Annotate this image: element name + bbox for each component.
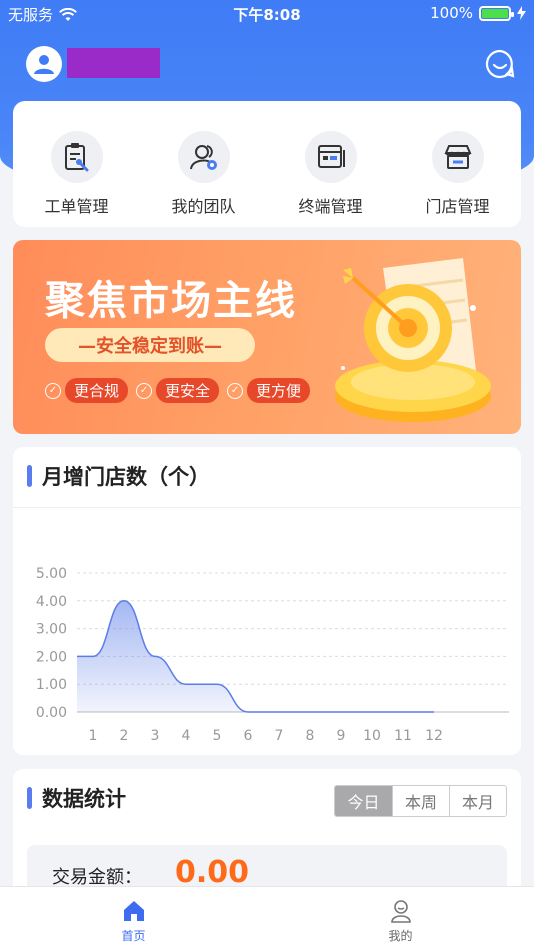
bottom-tab-bar: 首页 我的 [0,886,534,950]
banner-tag: ✓ 更安全 [136,378,220,403]
y-tick-label: 1.00 [36,677,67,693]
quick-action-label: 门店管理 [425,197,490,216]
chat-bubble-icon [485,49,515,79]
stats-section-header: 数据统计 [27,783,126,813]
status-right: 100% [430,4,526,22]
status-bar: 无服务 下午8:08 100% [0,0,534,28]
quick-action-label: 终端管理 [298,197,363,216]
banner-tag-text: 更安全 [156,378,220,403]
x-tick-label: 3 [151,728,160,744]
username-redacted [67,48,160,78]
quick-action-work-orders[interactable]: 工单管理 [17,131,137,227]
banner-tag: ✓ 更合规 [45,378,129,403]
y-tick-label: 4.00 [36,594,67,610]
x-tick-label: 12 [425,728,443,744]
period-selector: 今日 本周 本月 [334,785,507,817]
chart-section-title: 月增门店数（个） [42,465,210,489]
quick-action-my-team[interactable]: 我的团队 [144,131,264,227]
x-tick-label: 9 [337,728,346,744]
tab-home-label: 首页 [121,929,146,943]
avatar[interactable] [26,46,62,82]
y-tick-label: 2.00 [36,649,67,665]
message-button[interactable] [484,48,516,80]
clipboard-wrench-icon [50,131,103,183]
quick-action-stores[interactable]: 门店管理 [398,131,518,227]
chart-section-header: 月增门店数（个） [27,461,210,491]
monthly-stores-chart-card: 月增门店数（个） 0.00 1.00 2.00 3.00 4.00 5.00 1 2 3 4 5 6 7… [13,447,521,755]
person-icon [390,900,411,923]
y-tick-label: 3.00 [36,622,67,638]
tab-home[interactable]: 首页 [0,887,267,950]
title-accent-bar [27,465,32,487]
battery-icon [479,5,514,21]
transaction-amount-value: 0.00 [175,855,250,890]
x-tick-label: 7 [275,728,284,744]
check-icon: ✓ [227,382,244,399]
x-tick-label: 8 [306,728,315,744]
y-tick-label: 5.00 [36,566,67,582]
promo-banner[interactable]: 聚焦市场主线 —安全稳定到账— ✓ 更合规 ✓ 更安全 ✓ 更方便 [13,240,521,434]
store-icon [431,131,484,183]
quick-action-label: 我的团队 [171,197,236,216]
x-tick-label: 1 [89,728,98,744]
x-tick-label: 6 [244,728,253,744]
period-week-tab[interactable]: 本周 [392,786,449,816]
user-header [0,44,534,84]
title-accent-bar [27,787,32,809]
quick-action-label: 工单管理 [44,197,109,216]
check-icon: ✓ [136,382,153,399]
y-tick-label: 0.00 [36,705,67,721]
quick-actions-card: 工单管理 我的团队 终端管理 门店管理 [13,101,521,227]
monthly-stores-chart: 0.001.002.003.004.005.001 2 3 4 5 6 7 8 9 10 11 12 [36,566,509,744]
x-tick-label: 10 [363,728,381,744]
period-today-tab[interactable]: 今日 [335,786,392,816]
stats-section-title: 数据统计 [42,787,126,811]
home-icon [123,901,144,921]
quick-action-terminals[interactable]: 终端管理 [271,131,391,227]
banner-subtitle: —安全稳定到账— [45,328,255,362]
x-tick-label: 2 [120,728,129,744]
user-icon [34,55,54,74]
banner-tag-text: 更方便 [247,378,311,403]
banner-tag: ✓ 更方便 [227,378,311,403]
series-area [77,600,434,712]
x-tick-label: 4 [182,728,191,744]
x-tick-label: 11 [394,728,412,744]
terminal-icon [304,131,357,183]
tab-mine[interactable]: 我的 [267,887,534,950]
tab-mine-label: 我的 [388,929,413,943]
banner-title: 聚焦市场主线 [45,278,297,324]
banner-tag-text: 更合规 [65,378,129,403]
battery-percent: 100% [430,4,473,22]
x-tick-label: 5 [213,728,222,744]
target-illustration [335,258,491,422]
charging-bolt-icon [517,6,526,20]
banner-tags: ✓ 更合规 ✓ 更安全 ✓ 更方便 [45,378,311,403]
team-icon [177,131,230,183]
divider [13,507,521,508]
period-month-tab[interactable]: 本月 [449,786,506,816]
check-icon: ✓ [45,382,61,399]
